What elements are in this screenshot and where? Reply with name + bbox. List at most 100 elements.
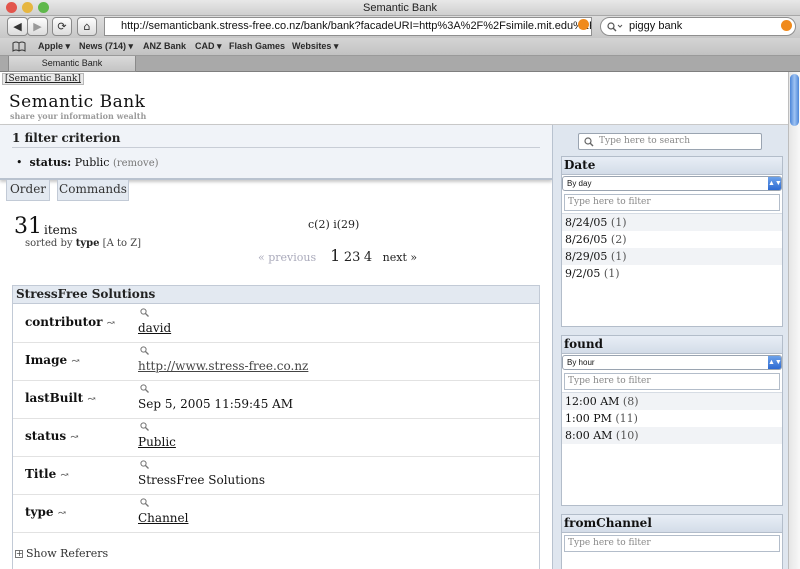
close-window-button[interactable] bbox=[6, 2, 17, 13]
facet-value[interactable]: 1:00 PM (11) bbox=[562, 410, 782, 427]
sidebar-search-input[interactable]: Type here to search bbox=[578, 133, 762, 150]
address-bar[interactable]: http://semanticbank.stress-free.co.nz/ba… bbox=[104, 17, 592, 36]
facet-group-select[interactable]: By day ▲▼ bbox=[562, 176, 782, 191]
home-button[interactable]: ⌂ bbox=[77, 17, 97, 36]
browser-search-field[interactable]: piggy bank bbox=[600, 17, 796, 36]
back-button[interactable]: ◀ bbox=[7, 17, 28, 36]
search-icon[interactable] bbox=[140, 346, 149, 355]
tab-order[interactable]: Order bbox=[6, 180, 50, 201]
select-arrow-icon: ▲▼ bbox=[768, 177, 782, 190]
facet-group-select[interactable]: By hour ▲▼ bbox=[562, 355, 782, 370]
property-value[interactable]: Public bbox=[138, 435, 176, 449]
search-icon[interactable] bbox=[140, 498, 149, 507]
property-link-icon[interactable]: ↝ bbox=[107, 318, 115, 329]
page-1: 1 bbox=[330, 246, 341, 265]
page-scrollbar[interactable] bbox=[788, 72, 800, 569]
bookmark-news[interactable]: News (714) ▾ bbox=[79, 41, 133, 52]
search-icon[interactable] bbox=[140, 422, 149, 431]
page-content: [Semantic Bank] Semantic Bank share your… bbox=[0, 72, 788, 569]
facet-title: fromChannel bbox=[562, 515, 782, 533]
reload-button[interactable]: ⟳ bbox=[52, 17, 72, 36]
rss-feed-icon[interactable] bbox=[578, 19, 589, 30]
property-row: Title ↝ StressFree Solutions bbox=[13, 457, 539, 495]
property-link-icon[interactable]: ↝ bbox=[60, 470, 68, 481]
scrollbar-thumb[interactable] bbox=[790, 74, 799, 126]
facet-filter-input[interactable]: Type here to filter bbox=[564, 373, 780, 390]
facet-value[interactable]: 8:00 AM (10) bbox=[562, 427, 782, 444]
property-name: status ↝ bbox=[25, 429, 79, 443]
property-value[interactable]: http://www.stress-free.co.nz bbox=[138, 359, 308, 373]
property-link-icon[interactable]: ↝ bbox=[87, 394, 95, 405]
group-counts: c(2) i(29) bbox=[308, 218, 360, 231]
facet-filter-input[interactable]: Type here to filter bbox=[564, 535, 780, 552]
facet-value[interactable]: 8/24/05 (1) bbox=[562, 214, 782, 231]
bullet-icon: • bbox=[16, 156, 30, 169]
property-link-icon[interactable]: ↝ bbox=[58, 508, 66, 519]
window-titlebar: Semantic Bank bbox=[0, 0, 800, 16]
page-2-link[interactable]: 2 bbox=[344, 250, 352, 265]
property-name: lastBuilt ↝ bbox=[25, 391, 96, 405]
sort-order-link[interactable]: [A to Z] bbox=[103, 238, 141, 249]
show-referers-toggle[interactable]: + Show Referers bbox=[15, 547, 108, 560]
facet-value[interactable]: 9/2/05 (1) bbox=[562, 265, 782, 282]
record-card: StressFree Solutions contributor ↝ david… bbox=[12, 285, 540, 569]
page-tagline: share your information wealth bbox=[10, 111, 147, 121]
tab-semantic-bank[interactable]: Semantic Bank bbox=[8, 56, 136, 72]
bookmark-websites[interactable]: Websites ▾ bbox=[292, 41, 338, 52]
bookmarks-book-icon[interactable] bbox=[12, 41, 26, 52]
search-icon[interactable] bbox=[140, 308, 149, 317]
filter-property: status: bbox=[29, 156, 72, 169]
facet-value-list: 8/24/05 (1) 8/26/05 (2) 8/29/05 (1) 9/2/… bbox=[562, 213, 782, 282]
search-icon[interactable] bbox=[140, 384, 149, 393]
sidebar-search-placeholder: Type here to search bbox=[599, 136, 690, 146]
bookmarks-bar: Apple ▾ News (714) ▾ ANZ Bank CAD ▾ Flas… bbox=[0, 38, 800, 56]
page-4-link[interactable]: 4 bbox=[364, 250, 372, 265]
facet-date: Date By day ▲▼ Type here to filter 8/24/0… bbox=[561, 156, 783, 327]
pager: « previous 1 23 4 next » bbox=[258, 246, 417, 265]
search-icon[interactable] bbox=[140, 460, 149, 469]
facet-value[interactable]: 12:00 AM (8) bbox=[562, 393, 782, 410]
next-page-link[interactable]: next » bbox=[383, 251, 417, 264]
tab-commands[interactable]: Commands bbox=[57, 180, 129, 201]
property-name: Title ↝ bbox=[25, 467, 69, 481]
bookmark-apple[interactable]: Apple ▾ bbox=[38, 41, 70, 52]
search-engine-icon[interactable] bbox=[781, 20, 792, 31]
property-value[interactable]: david bbox=[138, 321, 171, 335]
breadcrumb[interactable]: [Semantic Bank] bbox=[2, 73, 84, 85]
url-text: http://semanticbank.stress-free.co.nz/ba… bbox=[121, 20, 591, 32]
property-value: Sep 5, 2005 11:59:45 AM bbox=[138, 397, 294, 411]
remove-filter-link[interactable]: (remove) bbox=[113, 158, 159, 169]
facet-title: found bbox=[562, 336, 782, 354]
show-referers-label: Show Referers bbox=[26, 547, 109, 560]
bookmark-anz-bank[interactable]: ANZ Bank bbox=[143, 41, 186, 51]
forward-arrow-icon: ▶ bbox=[33, 20, 42, 33]
facet-filter-input[interactable]: Type here to filter bbox=[564, 194, 780, 211]
property-row: type ↝ Channel bbox=[13, 495, 539, 533]
facet-title: Date bbox=[562, 157, 782, 175]
item-count-label: items bbox=[44, 223, 78, 237]
reload-icon: ⟳ bbox=[57, 20, 67, 33]
facet-fromchannel: fromChannel Type here to filter bbox=[561, 514, 783, 569]
facet-value[interactable]: 8/26/05 (2) bbox=[562, 231, 782, 248]
property-row: lastBuilt ↝ Sep 5, 2005 11:59:45 AM bbox=[13, 381, 539, 419]
property-link-icon[interactable]: ↝ bbox=[71, 356, 79, 367]
sort-info: sorted by type [A to Z] bbox=[25, 238, 141, 249]
filter-item: • status: Public (remove) bbox=[16, 156, 159, 169]
bookmark-flash-games[interactable]: Flash Games bbox=[229, 41, 285, 51]
page-3-link[interactable]: 3 bbox=[352, 250, 360, 265]
previous-page-link: « previous bbox=[258, 251, 317, 264]
bookmark-cad[interactable]: CAD ▾ bbox=[195, 41, 222, 52]
property-value[interactable]: Channel bbox=[138, 511, 188, 525]
property-link-icon[interactable]: ↝ bbox=[70, 432, 78, 443]
sorted-by-label: sorted by bbox=[25, 238, 73, 249]
minimize-window-button[interactable] bbox=[22, 2, 33, 13]
window-title: Semantic Bank bbox=[363, 2, 437, 14]
home-icon: ⌂ bbox=[83, 20, 91, 33]
forward-button[interactable]: ▶ bbox=[27, 17, 48, 36]
search-query: piggy bank bbox=[629, 20, 683, 32]
zoom-window-button[interactable] bbox=[38, 2, 49, 13]
facet-value[interactable]: 8/29/05 (1) bbox=[562, 248, 782, 265]
search-icon bbox=[584, 137, 594, 147]
sort-field-link[interactable]: type bbox=[76, 238, 100, 249]
search-icon bbox=[607, 22, 623, 32]
